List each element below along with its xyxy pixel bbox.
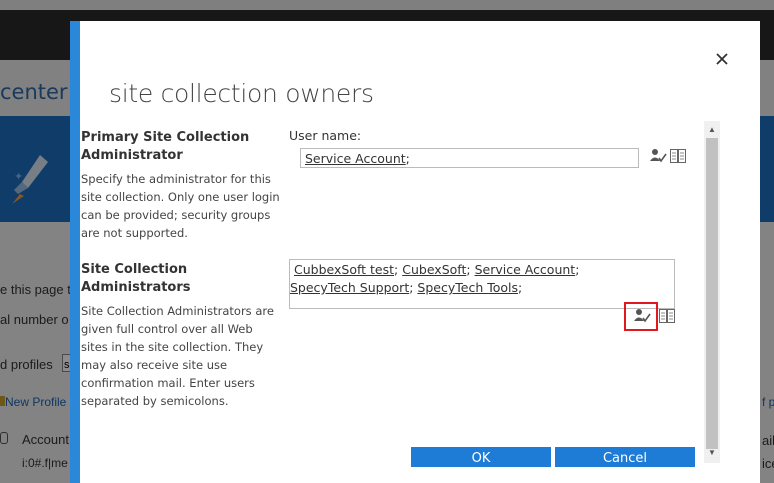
scrollbar-thumb[interactable] <box>706 138 718 449</box>
heading-line: Site Collection <box>81 262 188 277</box>
browse-button[interactable] <box>657 307 677 325</box>
check-names-icon <box>650 149 667 163</box>
primary-admin-input[interactable]: Service Account; <box>300 148 639 168</box>
desc-line: can be provided; security groups <box>81 208 271 222</box>
resolved-user: SpecyTech Support <box>290 280 410 295</box>
heading-line: Administrator <box>81 148 183 163</box>
ok-button[interactable]: OK <box>411 447 551 467</box>
address-book-icon <box>658 309 675 323</box>
dialog-title: site collection owners <box>109 79 374 108</box>
desc-line: Specify the administrator for this <box>81 172 271 186</box>
site-admins-heading: Site Collection Administrators <box>81 261 191 297</box>
admins-line: CubbexSoft test; CubexSoft; Service Acco… <box>294 261 670 279</box>
resolved-user: CubexSoft <box>402 262 467 277</box>
desc-line: site collection. Only one user login <box>81 190 280 204</box>
close-button[interactable] <box>710 47 734 71</box>
scroll-down-arrow-icon[interactable]: ▼ <box>704 444 720 460</box>
separator: ; <box>518 280 523 295</box>
site-admins-input[interactable]: CubbexSoft test; CubexSoft; Service Acco… <box>289 259 675 309</box>
admins-line: SpecyTech Support; SpecyTech Tools; <box>290 279 670 297</box>
cancel-button[interactable]: Cancel <box>555 447 695 467</box>
site-collection-owners-dialog: site collection owners Primary Site Coll… <box>70 21 760 483</box>
address-book-icon <box>669 149 686 163</box>
resolved-user: Service Account <box>305 151 406 166</box>
check-names-button[interactable] <box>632 307 652 325</box>
user-name-label: User name: <box>289 128 362 143</box>
separator: ; <box>466 262 471 277</box>
primary-admin-description: Specify the administrator for this site … <box>81 170 280 242</box>
browse-button[interactable] <box>668 147 688 165</box>
desc-line: separated by semicolons. <box>81 394 229 408</box>
primary-admin-heading: Primary Site Collection Administrator <box>81 129 249 165</box>
resolved-user: Service Account <box>474 262 576 277</box>
heading-line: Primary Site Collection <box>81 130 250 145</box>
scroll-up-arrow-icon[interactable]: ▲ <box>704 121 720 137</box>
heading-line: Administrators <box>81 280 191 295</box>
separator: ; <box>405 151 410 166</box>
check-names-icon <box>634 309 651 323</box>
desc-line: Site Collection Administrators are <box>81 304 274 318</box>
site-admins-description: Site Collection Administrators are given… <box>81 302 274 410</box>
desc-line: are not supported. <box>81 226 188 240</box>
desc-line: confirmation mail. Enter users <box>81 376 255 390</box>
desc-line: given full control over all Web <box>81 322 253 336</box>
separator: ; <box>409 280 414 295</box>
close-icon <box>716 53 728 65</box>
separator: ; <box>394 262 399 277</box>
desc-line: sites in the site collection. They <box>81 340 264 354</box>
desc-line: may also receive site use <box>81 358 228 372</box>
check-names-button[interactable] <box>648 147 668 165</box>
resolved-user: CubbexSoft test <box>294 262 395 277</box>
dialog-accent-bar <box>70 21 80 483</box>
resolved-user: SpecyTech Tools <box>417 280 519 295</box>
separator: ; <box>575 262 580 277</box>
